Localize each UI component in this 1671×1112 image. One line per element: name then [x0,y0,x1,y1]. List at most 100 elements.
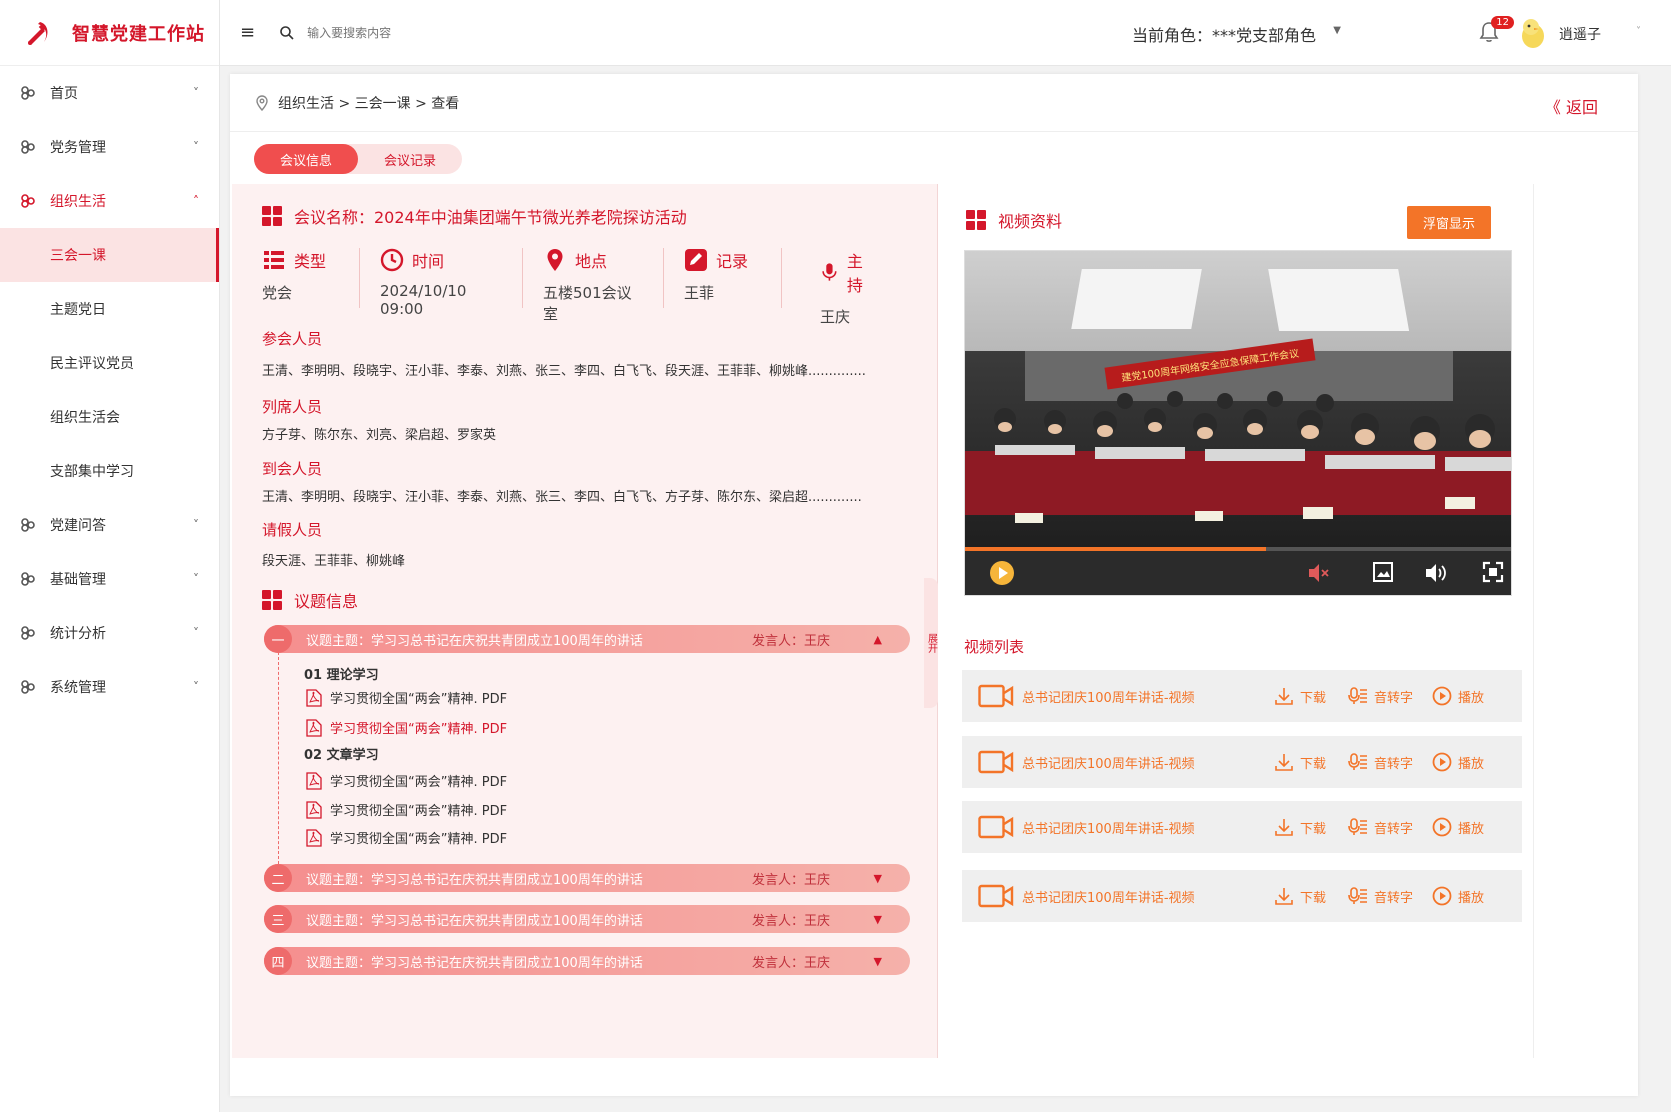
play-button[interactable]: 播放 [1432,817,1484,837]
caret-down-icon[interactable]: ▼ [874,955,882,968]
topic-item[interactable]: 四 议题主题：学习习总书记在庆祝共青团成立100周年的讲话 发言人：王庆 ▼ [264,947,910,975]
tab-meeting-info[interactable]: 会议信息 [254,144,359,174]
video-name[interactable]: 总书记团庆100周年讲话-视频 [1022,818,1195,837]
video-progress-bar[interactable] [965,547,1511,551]
transcribe-button[interactable]: 音转字 [1348,886,1413,906]
expand-toggle[interactable]: 展开 [924,578,938,708]
speech-to-text-icon [1348,887,1367,904]
top-header: ≡ 当前角色：***党支部角色 ▼ 12 逍遥子 ˅ [220,0,1671,66]
video-list-item: 总书记团庆100周年讲话-视频 下载 音转字 播放 [962,670,1522,722]
speech-to-text-icon [1348,753,1367,770]
video-camera-icon [978,884,1014,908]
file-name: 学习贯彻全国“两会”精神. PDF [330,722,508,737]
play-button[interactable]: 播放 [1432,686,1484,706]
meta-label: 记录 [716,252,749,271]
transcribe-button[interactable]: 音转字 [1348,817,1413,837]
sidebar-subitem-three-meetings[interactable]: 三会一课 [0,228,219,282]
download-label: 下载 [1300,690,1327,706]
download-button[interactable]: 下载 [1274,686,1326,706]
meeting-meta: 类型 党会 时间 2024/10/10 09:00 地点 五楼501会议室 记录… [262,248,892,326]
chevron-down-icon: ˅ [193,680,199,694]
meta-value: 党会 [262,284,293,302]
search-icon[interactable] [279,25,295,41]
cluster-icon [21,572,35,586]
pdf-file-link[interactable]: 学习贯彻全国“两会”精神. PDF [306,688,507,707]
topic-speaker: 发言人：王庆 [751,955,830,971]
play-circle-icon [1432,886,1452,906]
nav-item-home[interactable]: 首页 ˅ [0,66,219,120]
nav-item-qa[interactable]: 党建问答 ˅ [0,498,219,552]
volume-icon[interactable] [1423,560,1449,586]
topic-item[interactable]: 一 议题主题：学习习总书记在庆祝共青团成立100周年的讲话 发言人：王庆 ▲ [264,625,910,653]
transcribe-label: 音转字 [1374,690,1414,706]
nav-item-system[interactable]: 系统管理 ˅ [0,660,219,714]
tab-meeting-record[interactable]: 会议记录 [358,144,462,174]
meta-label: 主持 [846,252,863,295]
mute-icon[interactable] [1305,560,1331,586]
video-panel: 视频资料 浮窗显示 建党100周年网络安全应急保障工作会议 视频列表 总书记团庆… [940,184,1534,1058]
download-button[interactable]: 下载 [1274,752,1326,772]
sidebar-subitem-branch-study[interactable]: 支部集中学习 [0,444,219,498]
nav-item-org-life[interactable]: 组织生活 ˄ [0,174,219,228]
caret-down-icon[interactable]: ▼ [1333,25,1341,36]
play-button[interactable]: 播放 [1432,752,1484,772]
play-label: 播放 [1458,756,1485,772]
caret-down-icon[interactable]: ▼ [874,872,882,885]
pdf-icon [306,771,322,790]
current-role[interactable]: 当前角色：***党支部角色 [1132,22,1316,46]
video-player[interactable]: 建党100周年网络安全应急保障工作会议 [964,250,1512,596]
download-button[interactable]: 下载 [1274,817,1326,837]
cluster-icon [21,140,35,154]
play-button[interactable]: 播放 [1432,886,1484,906]
topic-item[interactable]: 三 议题主题：学习习总书记在庆祝共青团成立100周年的讲话 发言人：王庆 ▼ [264,905,910,933]
nav-label: 基础管理 [50,572,106,588]
nav-item-party-affairs[interactable]: 党务管理 ˅ [0,120,219,174]
transcribe-button[interactable]: 音转字 [1348,686,1413,706]
location-pin-icon [547,249,563,271]
caret-down-icon[interactable]: ▼ [874,913,882,926]
video-name[interactable]: 总书记团庆100周年讲话-视频 [1022,687,1195,706]
username[interactable]: 逍遥子 [1559,24,1601,44]
float-window-button[interactable]: 浮窗显示 [1406,206,1491,239]
topic-item[interactable]: 二 议题主题：学习习总书记在庆祝共青团成立100周年的讲话 发言人：王庆 ▼ [264,864,910,892]
chevron-up-icon: ˄ [193,194,199,208]
transcribe-button[interactable]: 音转字 [1348,752,1413,772]
pdf-file-link[interactable]: 学习贯彻全国“两会”精神. PDF [306,718,507,737]
meta-value: 王菲 [684,284,715,302]
chevron-down-icon[interactable]: ˅ [1636,26,1641,37]
file-name: 学习贯彻全国“两会”精神. PDF [330,832,508,847]
fullscreen-icon[interactable] [1481,560,1505,584]
breadcrumb-path[interactable]: 组织生活 > 三会一课 > 查看 [278,93,459,113]
speech-to-text-icon [1348,687,1367,704]
video-name[interactable]: 总书记团庆100周年讲话-视频 [1022,887,1195,906]
search-input[interactable] [307,25,608,40]
menu-toggle-icon[interactable]: ≡ [240,22,255,43]
nav-label: 首页 [50,86,78,102]
sidebar-subitem-member-review[interactable]: 民主评议党员 [0,336,219,390]
play-icon[interactable] [989,560,1015,586]
download-button[interactable]: 下载 [1274,886,1326,906]
sidebar-subitem-theme-day[interactable]: 主题党日 [0,282,219,336]
meta-host: 主持 王庆 [782,248,892,326]
back-link[interactable]: 《 返回 [1545,94,1598,118]
nav-item-statistics[interactable]: 统计分析 ˅ [0,606,219,660]
pdf-file-link[interactable]: 学习贯彻全国“两会”精神. PDF [306,771,507,790]
caret-up-icon[interactable]: ▲ [874,633,882,646]
pdf-file-link[interactable]: 学习贯彻全国“两会”精神. PDF [306,800,507,819]
chevron-down-icon: ˅ [193,140,199,154]
nav-item-basic-mgmt[interactable]: 基础管理 ˅ [0,552,219,606]
meta-value: 王庆 [820,308,851,326]
pdf-icon [306,718,322,737]
logo[interactable]: 智慧党建工作站 [0,0,219,66]
play-label: 播放 [1458,821,1485,837]
download-icon [1275,888,1293,905]
picture-in-picture-icon[interactable] [1371,560,1395,584]
download-icon [1275,819,1293,836]
video-list-title: 视频列表 [964,638,1025,656]
sidebar-subitem-org-meeting[interactable]: 组织生活会 [0,390,219,444]
avatar[interactable] [1515,14,1551,50]
pdf-file-link[interactable]: 学习贯彻全国“两会”精神. PDF [306,828,507,847]
leave-title: 请假人员 [262,521,323,539]
list-icon [264,251,284,269]
video-name[interactable]: 总书记团庆100周年讲话-视频 [1022,753,1195,772]
